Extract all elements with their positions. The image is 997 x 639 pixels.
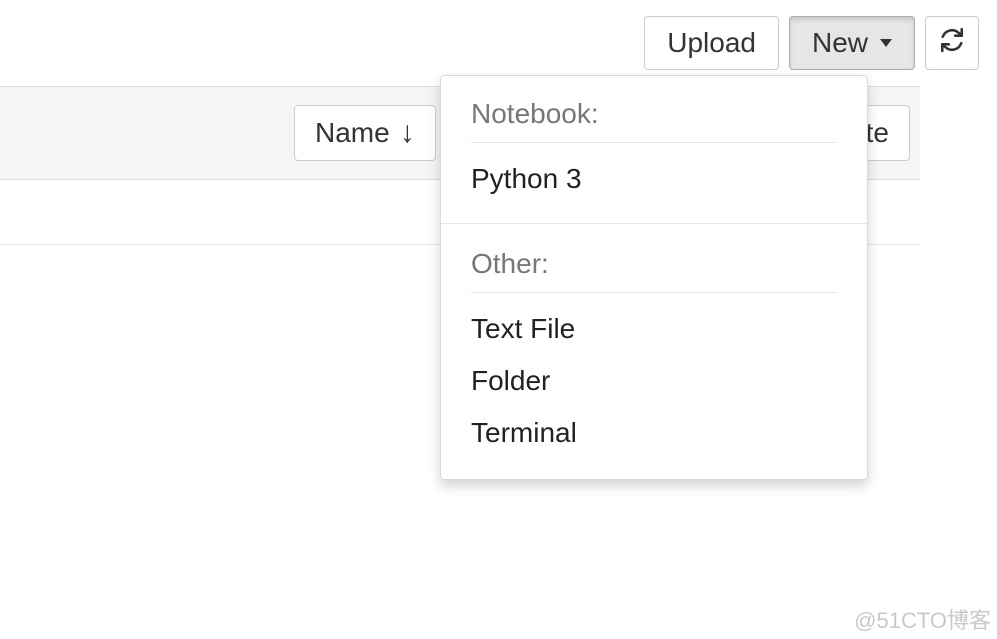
dropdown-item-python3[interactable]: Python 3 bbox=[441, 153, 867, 205]
toolbar: Upload New bbox=[644, 16, 979, 70]
dropdown-item-folder[interactable]: Folder bbox=[441, 355, 867, 407]
new-dropdown-menu: Notebook: Python 3 Other: Text File Fold… bbox=[440, 75, 868, 480]
dropdown-header-other: Other: bbox=[441, 238, 867, 284]
new-button[interactable]: New bbox=[789, 16, 915, 70]
refresh-icon bbox=[939, 27, 965, 60]
divider bbox=[471, 292, 837, 293]
sort-name-button[interactable]: Name ↓ bbox=[294, 105, 436, 161]
divider bbox=[471, 142, 837, 143]
refresh-button[interactable] bbox=[925, 16, 979, 70]
dropdown-header-notebook: Notebook: bbox=[441, 88, 867, 134]
sort-name-label: Name bbox=[315, 117, 390, 149]
arrow-down-icon: ↓ bbox=[400, 116, 415, 150]
watermark: @51CTO博客 bbox=[854, 603, 991, 635]
new-label: New bbox=[812, 27, 868, 59]
upload-button[interactable]: Upload bbox=[644, 16, 779, 70]
upload-label: Upload bbox=[667, 27, 756, 59]
caret-down-icon bbox=[880, 39, 892, 47]
dropdown-item-terminal[interactable]: Terminal bbox=[441, 407, 867, 459]
dropdown-item-textfile[interactable]: Text File bbox=[441, 303, 867, 355]
sort-date-label-partial: te bbox=[866, 117, 889, 148]
divider bbox=[441, 223, 867, 224]
